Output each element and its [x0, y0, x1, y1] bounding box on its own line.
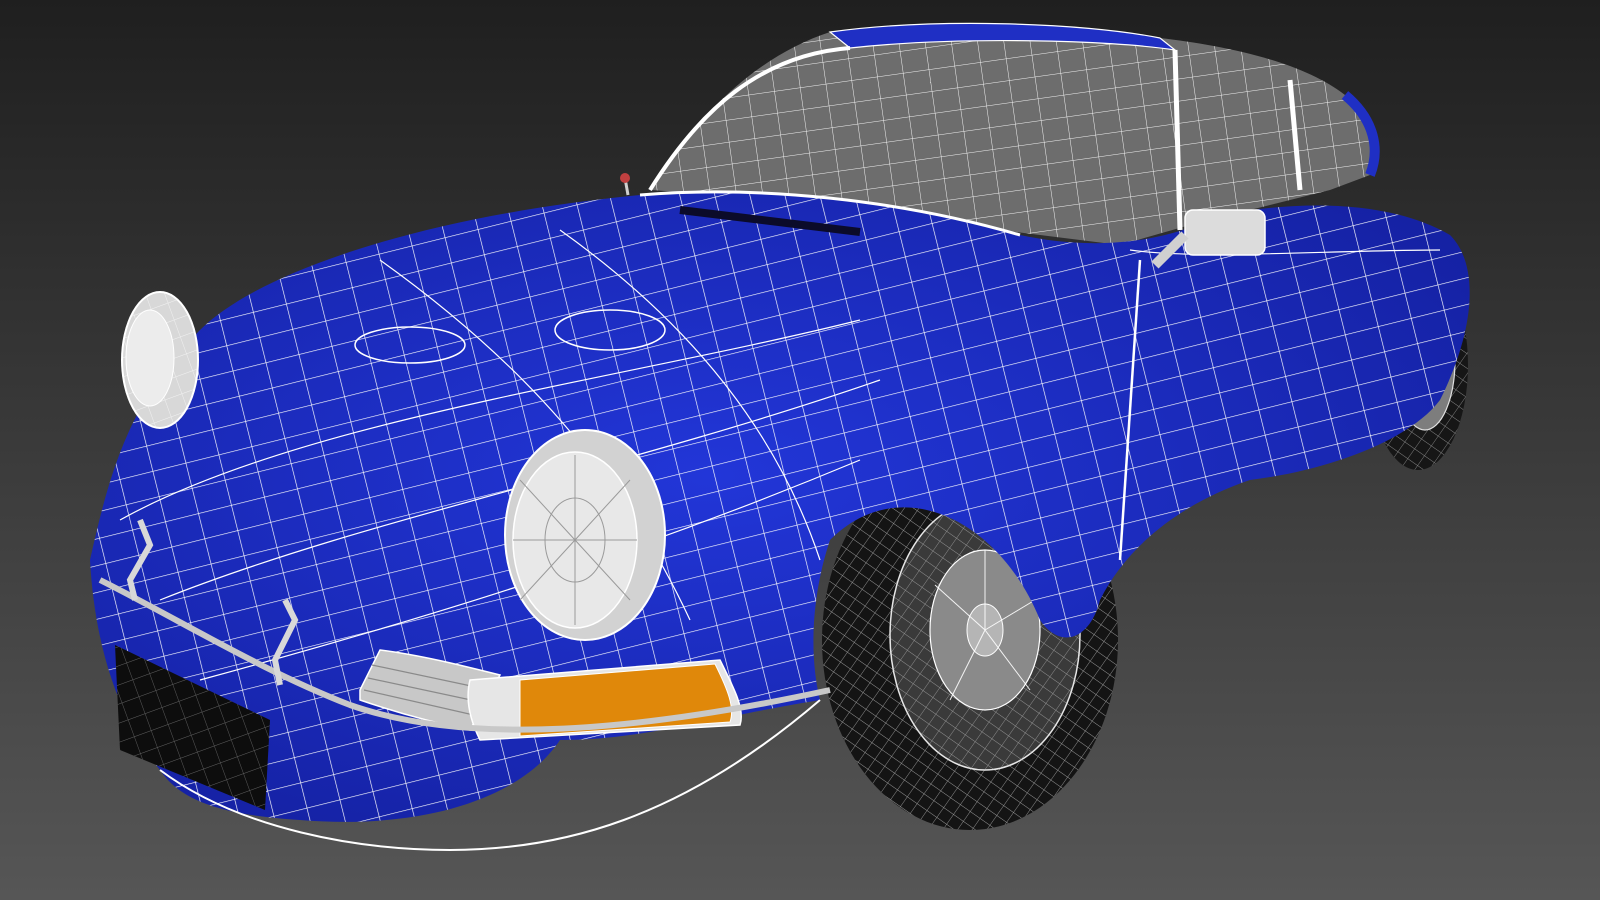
3d-viewport[interactable]: [0, 0, 1600, 900]
antenna-tip: [620, 173, 630, 183]
car-render: [0, 0, 1600, 900]
headlight-right: [504, 429, 666, 641]
headlight-left: [121, 291, 199, 429]
